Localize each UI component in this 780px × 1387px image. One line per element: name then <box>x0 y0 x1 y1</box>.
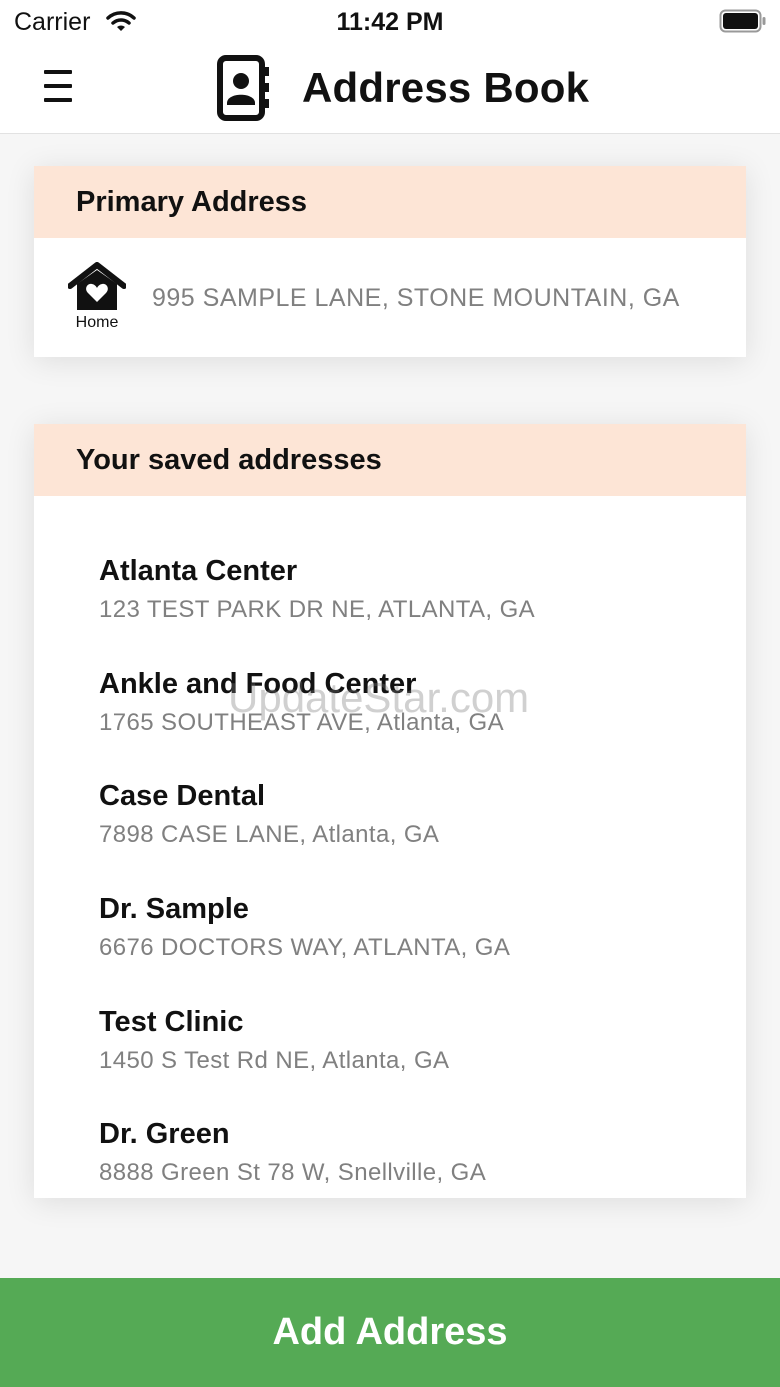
saved-address-name: Test Clinic <box>99 1005 244 1038</box>
saved-addresses-heading: Your saved addresses <box>34 424 746 496</box>
saved-address-line: 6676 DOCTORS WAY, ATLANTA, GA <box>99 934 511 962</box>
hamburger-menu-icon[interactable] <box>44 68 74 108</box>
status-bar: Carrier 11:42 PM <box>0 0 780 44</box>
home-heart-icon <box>68 262 126 310</box>
list-item[interactable]: Case Dental 7898 CASE LANE, Atlanta, GA <box>34 779 746 892</box>
add-address-button[interactable]: Add Address <box>0 1278 780 1387</box>
primary-address-row[interactable]: Home 995 SAMPLE LANE, STONE MOUNTAIN, GA <box>34 238 746 357</box>
nav-bar: Address Book <box>0 44 780 134</box>
primary-address-card: Primary Address Home 995 SAMPLE LANE, ST… <box>34 166 746 357</box>
battery-icon <box>719 9 766 33</box>
saved-address-name: Ankle and Food Center <box>99 667 417 700</box>
saved-address-line: 123 TEST PARK DR NE, ATLANTA, GA <box>99 596 536 623</box>
saved-address-list: Atlanta Center 123 TEST PARK DR NE, ATLA… <box>34 496 746 1230</box>
list-item[interactable]: Atlanta Center 123 TEST PARK DR NE, ATLA… <box>34 554 746 667</box>
saved-address-name: Case Dental <box>99 780 266 813</box>
list-item[interactable]: Ankle and Food Center 1765 SOUTHEAST AVE… <box>34 667 746 780</box>
status-time: 11:42 PM <box>336 8 444 36</box>
primary-address-heading: Primary Address <box>34 166 746 238</box>
list-item[interactable]: Dr. Green 8888 Green St 78 W, Snellville… <box>34 1117 746 1230</box>
address-book-icon <box>217 55 269 121</box>
saved-address-line: 1450 S Test Rd NE, Atlanta, GA <box>99 1046 450 1074</box>
list-item[interactable]: Dr. Sample 6676 DOCTORS WAY, ATLANTA, GA <box>34 892 746 1005</box>
saved-address-line: 1765 SOUTHEAST AVE, Atlanta, GA <box>99 708 505 736</box>
home-label: Home <box>75 314 119 331</box>
list-item[interactable]: Test Clinic 1450 S Test Rd NE, Atlanta, … <box>34 1005 746 1118</box>
saved-address-line: 8888 Green St 78 W, Snellville, GA <box>99 1159 487 1187</box>
saved-addresses-card: Your saved addresses Atlanta Center 123 … <box>34 424 746 1198</box>
saved-address-line: 7898 CASE LANE, Atlanta, GA <box>99 821 440 849</box>
saved-address-name: Atlanta Center <box>99 555 298 587</box>
title-group: Address Book <box>216 55 589 121</box>
page-title: Address Book <box>302 64 590 111</box>
primary-address-text: 995 SAMPLE LANE, STONE MOUNTAIN, GA <box>152 284 680 312</box>
saved-address-name: Dr. Green <box>99 1118 230 1151</box>
saved-address-name: Dr. Sample <box>99 893 249 926</box>
